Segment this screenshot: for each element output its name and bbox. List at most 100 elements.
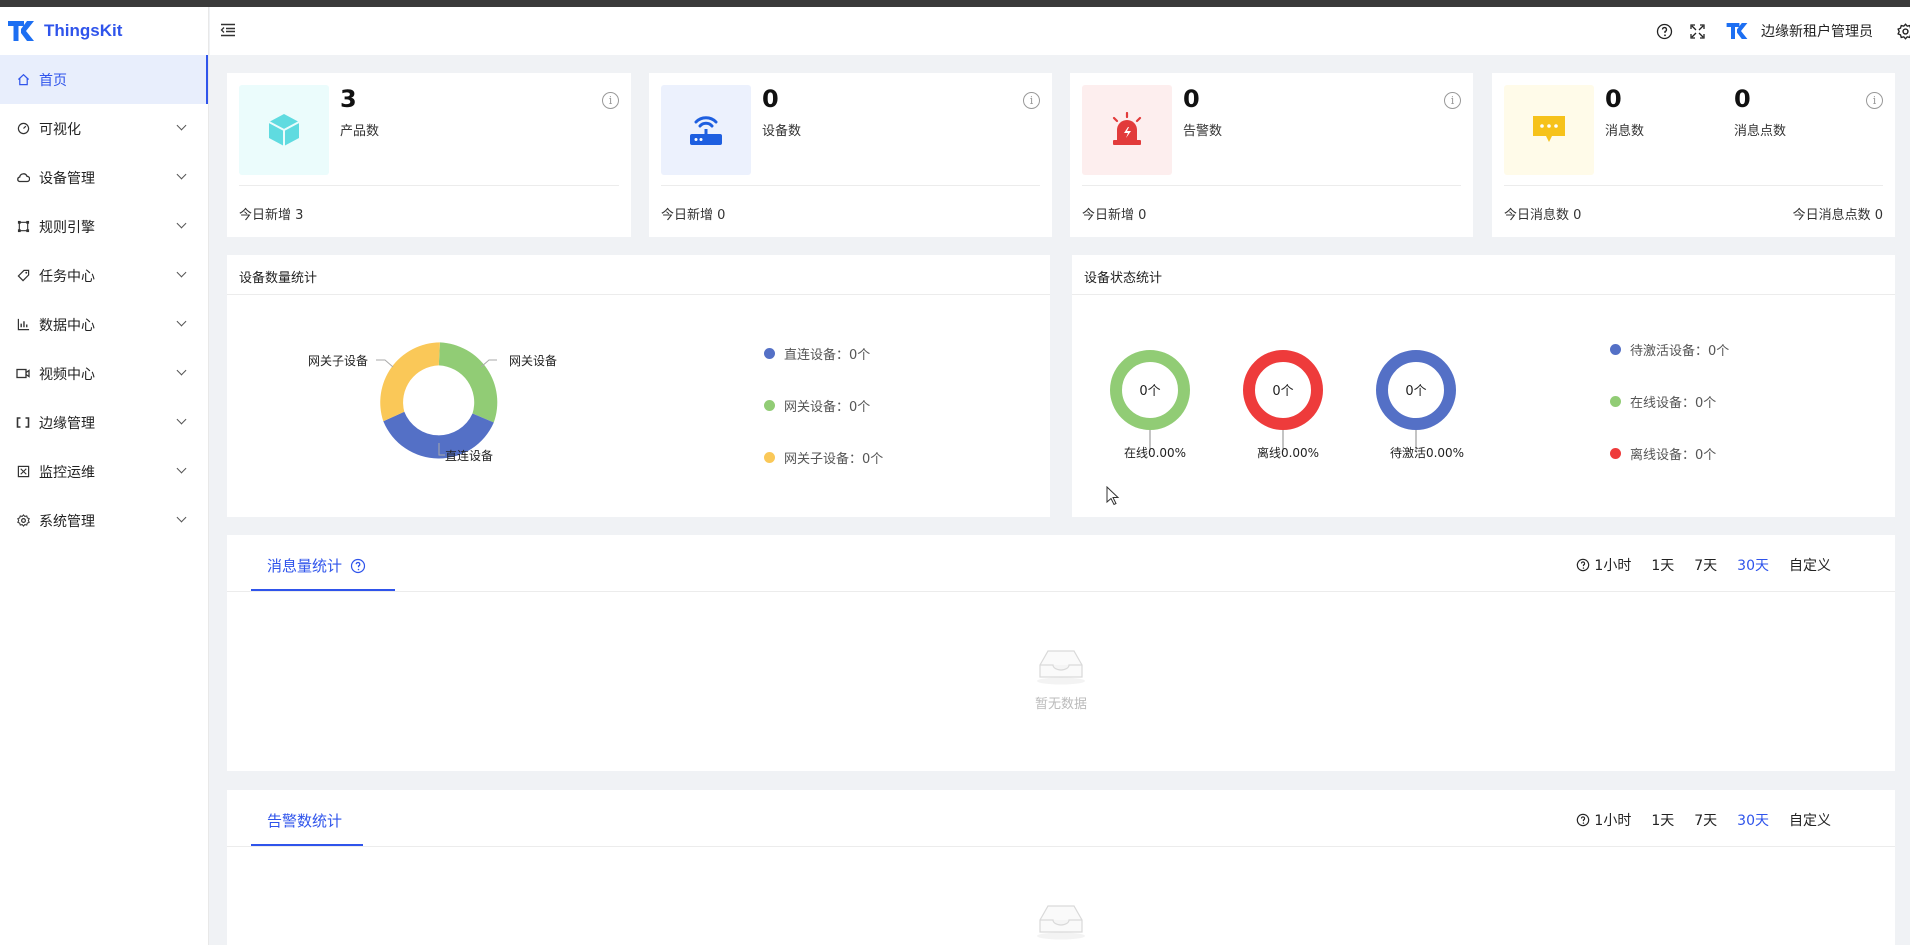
legend-item-sub[interactable]: 网关子设备： 0个 bbox=[764, 448, 883, 467]
divider bbox=[227, 591, 1895, 592]
message-point-count: 0 bbox=[1734, 85, 1751, 113]
settings-gear-icon[interactable] bbox=[1897, 22, 1910, 40]
ring-caption-online: 在线0.00% bbox=[1124, 446, 1186, 460]
help-icon[interactable] bbox=[1576, 813, 1590, 827]
sidebar-item-monitoring[interactable]: 监控运维 bbox=[0, 447, 208, 496]
range-7-days[interactable]: 7天 bbox=[1694, 810, 1717, 830]
device-status-rings: 0个 0个 0个 在线0.00% 离线0.00% 待激活0.00% bbox=[1110, 350, 1464, 460]
message-point-label: 消息点数 bbox=[1734, 124, 1787, 139]
divider bbox=[227, 846, 1895, 847]
legend-value: 0个 bbox=[1708, 344, 1730, 359]
alarm-count-label: 告警数 bbox=[1183, 124, 1223, 139]
sidebar-item-system-management[interactable]: 系统管理 bbox=[0, 496, 208, 545]
empty-inbox-icon bbox=[1037, 905, 1085, 940]
divider bbox=[1504, 185, 1883, 186]
video-icon bbox=[16, 367, 30, 381]
siren-icon bbox=[1112, 112, 1142, 145]
app-logo[interactable]: ThingsKit bbox=[0, 7, 208, 55]
empty-state bbox=[1011, 900, 1111, 944]
menu-collapse-icon[interactable] bbox=[220, 23, 236, 37]
product-count: 3 bbox=[340, 85, 357, 113]
legend-value: 0个 bbox=[1695, 448, 1717, 463]
tab-message-stats[interactable]: 消息量统计 bbox=[267, 555, 366, 576]
divider bbox=[239, 185, 619, 186]
range-custom[interactable]: 自定义 bbox=[1789, 555, 1831, 575]
legend-item-online[interactable]: 在线设备： 0个 bbox=[1610, 392, 1716, 411]
product-icon-box bbox=[239, 85, 329, 175]
chevron-down-icon bbox=[176, 169, 187, 180]
sidebar-item-task-center[interactable]: 任务中心 bbox=[0, 251, 208, 300]
legend-name: 网关子设备： bbox=[784, 452, 863, 467]
info-icon[interactable]: i bbox=[1866, 92, 1883, 109]
sidebar-item-data-center[interactable]: 数据中心 bbox=[0, 300, 208, 349]
sidebar-item-visualization[interactable]: 可视化 bbox=[0, 104, 208, 153]
legend-dot bbox=[764, 400, 775, 411]
time-range-selector: 1小时 1天 7天 30天 自定义 bbox=[1576, 810, 1831, 830]
sidebar-item-edge-management[interactable]: 边缘管理 bbox=[0, 398, 208, 447]
donut-segment-gateway bbox=[438, 342, 498, 423]
sidebar-item-label: 监控运维 bbox=[39, 464, 95, 481]
range-custom[interactable]: 自定义 bbox=[1789, 810, 1831, 830]
info-icon[interactable]: i bbox=[1444, 92, 1461, 109]
legend-dot bbox=[1610, 448, 1621, 459]
range-30-days[interactable]: 30天 bbox=[1737, 555, 1769, 575]
range-1-day[interactable]: 1天 bbox=[1651, 555, 1674, 575]
sidebar-item-home[interactable]: 首页 bbox=[0, 55, 208, 104]
range-7-days[interactable]: 7天 bbox=[1694, 555, 1717, 575]
device-count: 0 bbox=[762, 85, 779, 113]
cube-icon bbox=[268, 114, 300, 146]
sidebar-item-label: 设备管理 bbox=[39, 170, 95, 187]
range-1-hour[interactable]: 1小时 bbox=[1594, 810, 1631, 830]
ring-center-pending: 0个 bbox=[1405, 384, 1426, 399]
help-icon[interactable] bbox=[1656, 23, 1673, 40]
today-message-count: 今日消息数 0 bbox=[1504, 208, 1582, 223]
app-name: ThingsKit bbox=[44, 21, 123, 40]
today-message-point-count: 今日消息点数 0 bbox=[1792, 208, 1883, 223]
help-icon[interactable] bbox=[350, 558, 366, 574]
legend-name: 待激活设备： bbox=[1630, 344, 1709, 359]
legend-item-pending[interactable]: 待激活设备： 0个 bbox=[1610, 340, 1729, 359]
device-count-label: 设备数 bbox=[762, 124, 802, 139]
divider bbox=[1082, 185, 1461, 186]
legend-dot bbox=[1610, 396, 1621, 407]
help-icon[interactable] bbox=[1576, 558, 1590, 572]
message-count-label: 消息数 bbox=[1605, 124, 1645, 139]
panel-title: 设备数量统计 bbox=[239, 271, 318, 286]
legend-item-offline[interactable]: 离线设备： 0个 bbox=[1610, 444, 1716, 463]
tab-alarm-stats[interactable]: 告警数统计 bbox=[267, 810, 342, 831]
product-count-label: 产品数 bbox=[340, 124, 380, 139]
sidebar: ThingsKit 首页 可视化 设备管理 规则引擎 任务中心 数据中心 视频中… bbox=[0, 7, 209, 945]
sidebar-item-device-management[interactable]: 设备管理 bbox=[0, 153, 208, 202]
sidebar-item-video-center[interactable]: 视频中心 bbox=[0, 349, 208, 398]
dashboard-icon bbox=[16, 122, 30, 136]
legend-dot bbox=[1610, 344, 1621, 355]
tag-icon bbox=[16, 269, 30, 283]
device-count-panel: 设备数量统计 网关设备 网关子设备 直连设备 直连设备： 0个 网关设备： 0个… bbox=[227, 255, 1050, 517]
range-1-day[interactable]: 1天 bbox=[1651, 810, 1674, 830]
sidebar-item-label: 边缘管理 bbox=[39, 415, 95, 432]
legend-name: 直连设备： bbox=[784, 348, 850, 363]
donut-label-gateway: 网关设备 bbox=[509, 354, 557, 368]
chart-icon bbox=[16, 318, 30, 332]
user-avatar-logo[interactable] bbox=[1725, 21, 1749, 41]
range-30-days[interactable]: 30天 bbox=[1737, 810, 1769, 830]
router-icon bbox=[690, 116, 722, 145]
ring-caption-pending: 待激活0.00% bbox=[1390, 446, 1464, 460]
fullscreen-icon[interactable] bbox=[1690, 23, 1705, 39]
legend-item-gateway[interactable]: 网关设备： 0个 bbox=[764, 396, 870, 415]
chevron-down-icon bbox=[176, 365, 187, 376]
tab-label: 消息量统计 bbox=[267, 557, 343, 575]
gear-icon bbox=[16, 514, 30, 528]
legend-item-direct[interactable]: 直连设备： 0个 bbox=[764, 344, 870, 363]
sidebar-item-rule-engine[interactable]: 规则引擎 bbox=[0, 202, 208, 251]
info-icon[interactable]: i bbox=[1023, 92, 1040, 109]
info-icon[interactable]: i bbox=[602, 92, 619, 109]
alarm-count: 0 bbox=[1183, 85, 1200, 113]
edge-icon bbox=[16, 416, 30, 430]
user-name[interactable]: 边缘新租户管理员 bbox=[1761, 21, 1873, 41]
range-1-hour[interactable]: 1小时 bbox=[1594, 555, 1631, 575]
legend-value: 0个 bbox=[862, 452, 884, 467]
alarm-count-card: 0 告警数 i 今日新增 0 bbox=[1070, 73, 1473, 237]
donut-label-direct: 直连设备 bbox=[445, 448, 493, 463]
sidebar-item-label: 规则引擎 bbox=[39, 219, 95, 236]
